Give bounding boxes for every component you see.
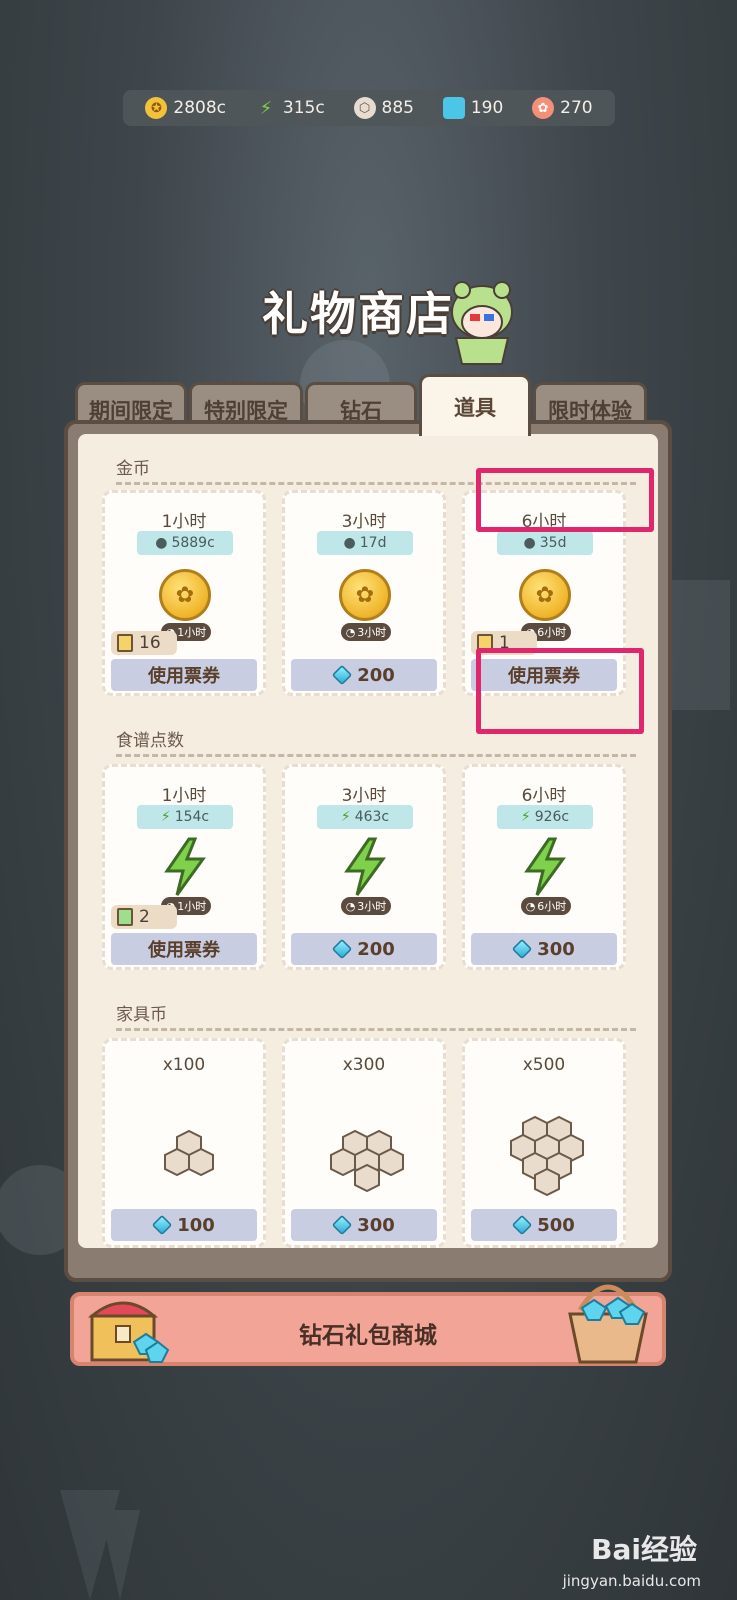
furniture-coin-icon: ⬡ <box>353 97 376 119</box>
diamond-gift-shop-banner[interactable]: 钻石礼包商城 <box>70 1284 666 1366</box>
green-ticket-icon <box>117 908 133 926</box>
diamond-icon <box>332 938 353 960</box>
card-title: 1小时 <box>161 512 207 532</box>
clock-icon: ◔ <box>345 899 356 913</box>
buy-diamond-button[interactable]: 300 <box>291 1209 437 1241</box>
small-bolt-icon: ⚡ <box>160 809 171 825</box>
gold-card-1h: 1小时 ●5889c ✿ ◔1小时 16 使用票券 <box>102 490 266 696</box>
diamond-basket-icon <box>568 1284 648 1364</box>
ticket-count: 2 <box>111 905 177 929</box>
furniture-card-100: x100 100 <box>102 1038 266 1248</box>
pink-token-icon: ✿ <box>532 97 555 119</box>
furniture-coin-icon <box>164 1129 214 1177</box>
recipe-card-1h: 1小时 ⚡154c ◔1小时 2 使用票券 <box>102 764 266 970</box>
recipe-card-6h: 6小时 ⚡ 926c ◔ 6小时 300 <box>462 764 626 970</box>
buy-diamond-button[interactable]: 200 <box>291 659 437 691</box>
gold-coin-icon: ✿ <box>519 569 571 621</box>
section-label-gold: 金币 <box>116 459 150 479</box>
shop-panel: 金币 1小时 ●5889c ✿ ◔1小时 16 使用票券 3小时 ●17d ✿ … <box>64 420 672 1282</box>
card-title: 3小时 <box>341 512 387 532</box>
duration-badge: ◔ 3小时 <box>341 897 391 915</box>
small-coin-icon: ● <box>523 535 536 551</box>
card-amount: ⚡ 154c <box>137 805 233 829</box>
energy-amount: 315c <box>282 98 325 118</box>
gold-coin-icon: ✿ <box>159 569 211 621</box>
section-label-furniture: 家具币 <box>116 1005 167 1025</box>
diamond-icon <box>332 664 353 686</box>
currency-token: ✿ 270 <box>532 97 593 119</box>
card-title: x500 <box>522 1055 566 1075</box>
use-ticket-button[interactable]: 使用票券 <box>111 659 257 691</box>
token-amount: 270 <box>560 98 593 118</box>
frog-hood-mascot-icon <box>451 281 513 365</box>
furniture-coin-icon <box>330 1129 404 1193</box>
card-amount: ● 5889c <box>137 531 233 555</box>
lightning-bolt-icon <box>524 837 566 896</box>
furniture-card-500: x500 500 <box>462 1038 626 1248</box>
currency-furniture: ⬡ 885 <box>353 97 414 119</box>
small-bolt-icon: ⚡ <box>340 809 351 825</box>
card-amount: ● 17d <box>317 531 413 555</box>
diamond-icon <box>512 1214 533 1236</box>
currency-energy: ⚡ 315c <box>255 97 325 119</box>
diamond-icon <box>152 1214 173 1236</box>
gold-coin-icon: ✿ <box>339 569 391 621</box>
highlight-box-6h-title <box>476 468 654 532</box>
card-title: 3小时 <box>341 786 387 806</box>
duration-badge: ◔6小时 <box>521 897 571 915</box>
card-amount: ● 35d <box>497 531 593 555</box>
lightning-bolt-icon <box>164 837 206 896</box>
section-divider <box>116 1028 636 1031</box>
small-bolt-icon: ⚡ <box>520 809 531 825</box>
section-label-recipe: 食谱点数 <box>116 731 184 751</box>
ticket-count: 16 <box>111 631 177 655</box>
coin-icon: ✪ <box>145 97 168 119</box>
lightning-bolt-icon <box>344 837 386 896</box>
currency-bar: ✪ 2808c ⚡ 315c ⬡ 885 190 ✿ 270 <box>123 90 615 126</box>
small-coin-icon: ● <box>343 535 356 551</box>
card-title: x100 <box>162 1055 206 1075</box>
clock-icon: ◔ <box>525 899 536 913</box>
card-amount: ⚡ 926c <box>497 805 593 829</box>
energy-icon: ⚡ <box>259 97 273 119</box>
recipe-card-3h: 3小时 ⚡ 463c ◔ 3小时 200 <box>282 764 446 970</box>
use-ticket-button[interactable]: 使用票券 <box>111 933 257 965</box>
gold-ticket-icon <box>117 634 133 652</box>
buy-diamond-button[interactable]: 500 <box>471 1209 617 1241</box>
buy-diamond-button[interactable]: 200 <box>291 933 437 965</box>
card-title: 1小时 <box>161 786 207 806</box>
diamond-amount: 190 <box>470 98 504 118</box>
furniture-coin-icon <box>510 1115 584 1197</box>
diamond-icon <box>442 97 465 119</box>
shop-panel-content: 金币 1小时 ●5889c ✿ ◔1小时 16 使用票券 3小时 ●17d ✿ … <box>78 434 658 1248</box>
furniture-amount: 885 <box>381 98 414 118</box>
baidu-watermark-url: jingyan.baidu.com <box>562 1572 701 1590</box>
duration-badge: ◔ 3小时 <box>341 623 391 641</box>
card-title: x300 <box>342 1055 386 1075</box>
diamond-icon <box>332 1214 353 1236</box>
highlight-box-use-ticket <box>476 648 644 734</box>
currency-diamond: 190 <box>442 97 504 119</box>
section-divider <box>116 754 636 757</box>
clock-icon: ◔ <box>345 625 356 639</box>
card-amount: ⚡ 463c <box>317 805 413 829</box>
card-title: 6小时 <box>521 786 567 806</box>
tab-items[interactable]: 道具 <box>419 374 531 436</box>
gold-card-3h: 3小时 ● 17d ✿ ◔ 3小时 200 <box>282 490 446 696</box>
buy-diamond-button[interactable]: 100 <box>111 1209 257 1241</box>
shop-title: 礼物商店 <box>262 287 454 341</box>
baidu-watermark: Bai经验 <box>591 1533 697 1566</box>
small-coin-icon: ● <box>155 535 168 551</box>
currency-coin: ✪ 2808c <box>145 97 226 119</box>
buy-diamond-button[interactable]: 300 <box>471 933 617 965</box>
diamond-icon <box>512 938 533 960</box>
coin-amount: 2808c <box>173 98 227 118</box>
furniture-card-300: x300 300 <box>282 1038 446 1248</box>
